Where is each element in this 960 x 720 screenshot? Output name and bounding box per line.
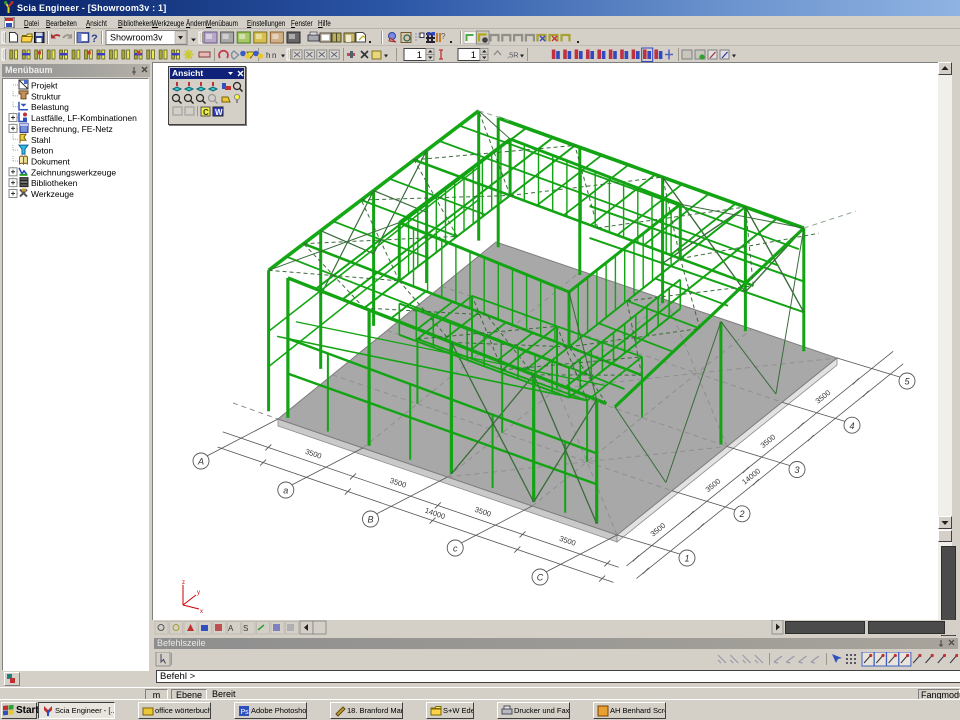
- svg-text:c: c: [453, 544, 458, 554]
- svg-text:Bibliotheken: Bibliotheken: [31, 178, 78, 188]
- svg-text:?: ?: [91, 33, 98, 45]
- svg-text:3500: 3500: [558, 534, 577, 548]
- svg-text:1: 1: [471, 50, 476, 61]
- svg-text:z: z: [182, 580, 185, 586]
- svg-text:Struktur: Struktur: [31, 91, 61, 101]
- svg-text:3500: 3500: [474, 505, 493, 519]
- svg-text:Berechnung, FE-Netz: Berechnung, FE-Netz: [31, 124, 113, 134]
- svg-text:Stahl: Stahl: [31, 135, 50, 145]
- svg-text:2: 2: [738, 509, 744, 519]
- svg-text:S: S: [243, 624, 248, 633]
- svg-text:n: n: [272, 51, 276, 60]
- svg-text:A: A: [197, 457, 204, 467]
- svg-text:3500: 3500: [389, 476, 408, 490]
- svg-text:14000: 14000: [740, 466, 762, 486]
- svg-text:Werkzeuge: Werkzeuge: [31, 189, 74, 199]
- svg-text:A: A: [228, 624, 234, 633]
- svg-text:Zeichnungswerkzeuge: Zeichnungswerkzeuge: [31, 167, 116, 177]
- svg-text:Belastung: Belastung: [31, 102, 69, 112]
- svg-text:1: 1: [684, 554, 689, 564]
- svg-text:1: 1: [417, 50, 422, 61]
- svg-text:?: ?: [441, 32, 446, 41]
- svg-text:3: 3: [794, 465, 799, 475]
- svg-text:Dokument: Dokument: [31, 156, 70, 166]
- svg-text:y: y: [197, 590, 200, 596]
- svg-text:Ps: Ps: [241, 709, 250, 716]
- svg-text:Lastfälle, LF-Kombinationen: Lastfälle, LF-Kombinationen: [31, 113, 137, 123]
- svg-text:B: B: [367, 515, 373, 525]
- svg-text:C: C: [537, 573, 544, 583]
- svg-text:C: C: [203, 108, 209, 117]
- svg-text:x: x: [200, 609, 203, 615]
- svg-text:a: a: [283, 486, 288, 496]
- svg-text:h: h: [266, 51, 270, 60]
- svg-text:3500: 3500: [304, 447, 323, 461]
- svg-text:,5R: ,5R: [507, 51, 519, 60]
- svg-text:4: 4: [849, 421, 854, 431]
- svg-text:Beton: Beton: [31, 146, 53, 156]
- svg-text:W: W: [215, 108, 223, 117]
- svg-text:Showroom3v: Showroom3v: [110, 33, 163, 43]
- svg-text:Projekt: Projekt: [31, 81, 58, 91]
